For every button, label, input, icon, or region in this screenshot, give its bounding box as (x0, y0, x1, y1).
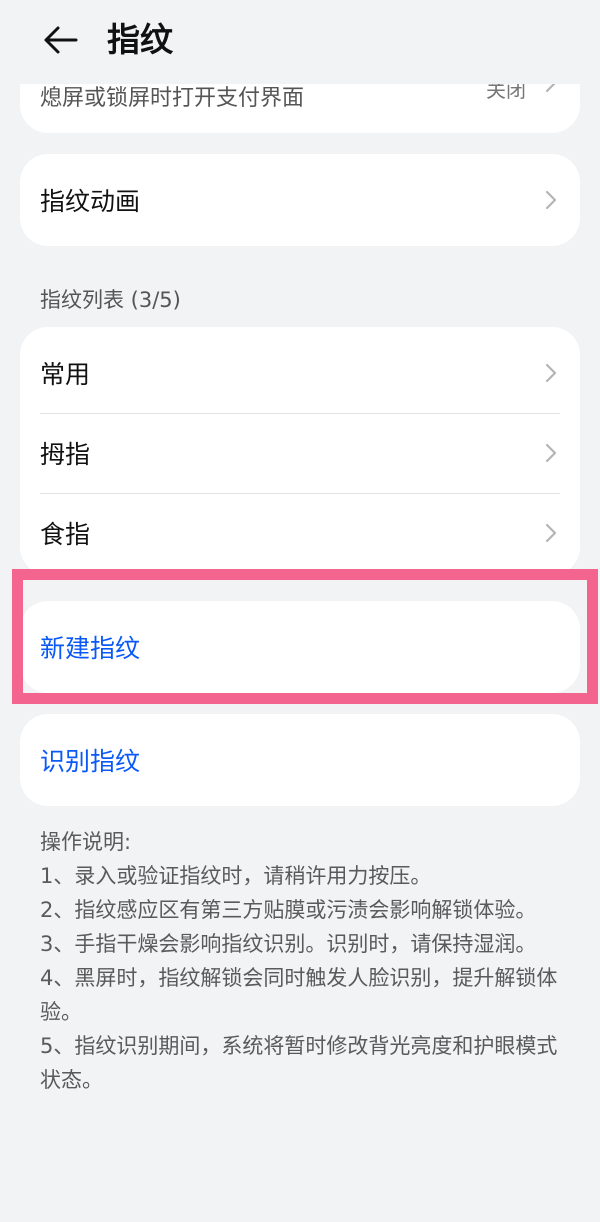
fingerprint-animation-item[interactable]: 指纹动画 (40, 154, 558, 246)
fingerprint-item[interactable]: 常用 (40, 333, 558, 413)
setting-subtitle: 熄屏或锁屏时打开支付界面 (40, 86, 305, 111)
fingerprint-item-label: 食指 (40, 520, 91, 549)
instruction-line: 4、黑屏时，指纹解锁会同时触发人脸识别，提升解锁体验。 (40, 966, 558, 1024)
fingerprint-item[interactable]: 食指 (40, 493, 558, 573)
chevron-right-icon (545, 190, 557, 210)
fingerprint-animation-label: 指纹动画 (40, 187, 141, 216)
fingerprint-list-header: 指纹列表 (3/5) (40, 288, 181, 312)
fingerprint-item[interactable]: 拇指 (40, 413, 558, 493)
instruction-line: 1、录入或验证指纹时，请稍许用力按压。 (40, 864, 432, 888)
instruction-line: 5、指纹识别期间，系统将暂时修改背光亮度和护眼模式状态。 (40, 1034, 558, 1092)
arrow-left-icon (44, 26, 78, 54)
fingerprint-list-card: 常用 拇指 食指 (20, 327, 580, 575)
identify-fingerprint-button[interactable]: 识别指纹 (40, 714, 560, 806)
fingerprint-item-label: 常用 (40, 360, 91, 389)
top-app-bar: 指纹 (0, 0, 600, 84)
new-fingerprint-button[interactable]: 新建指纹 (40, 601, 560, 693)
instructions: 操作说明: 1、录入或验证指纹时，请稍许用力按压。 2、指纹感应区有第三方贴膜或… (40, 825, 560, 1097)
new-fingerprint-card: 新建指纹 (20, 601, 580, 693)
fingerprint-animation-card: 指纹动画 (20, 154, 580, 246)
back-button[interactable] (38, 18, 82, 62)
instruction-line: 3、手指干燥会影响指纹识别。识别时，请保持湿润。 (40, 932, 537, 956)
new-fingerprint-label: 新建指纹 (40, 634, 141, 663)
fingerprint-item-label: 拇指 (40, 440, 91, 469)
identify-fingerprint-card: 识别指纹 (20, 714, 580, 806)
chevron-right-icon (545, 443, 557, 463)
identify-fingerprint-label: 识别指纹 (40, 747, 141, 776)
instructions-title: 操作说明: (40, 830, 132, 854)
chevron-right-icon (545, 523, 557, 543)
page-title: 指纹 (107, 20, 173, 59)
instruction-line: 2、指纹感应区有第三方贴膜或污渍会影响解锁体验。 (40, 898, 537, 922)
chevron-right-icon (545, 363, 557, 383)
